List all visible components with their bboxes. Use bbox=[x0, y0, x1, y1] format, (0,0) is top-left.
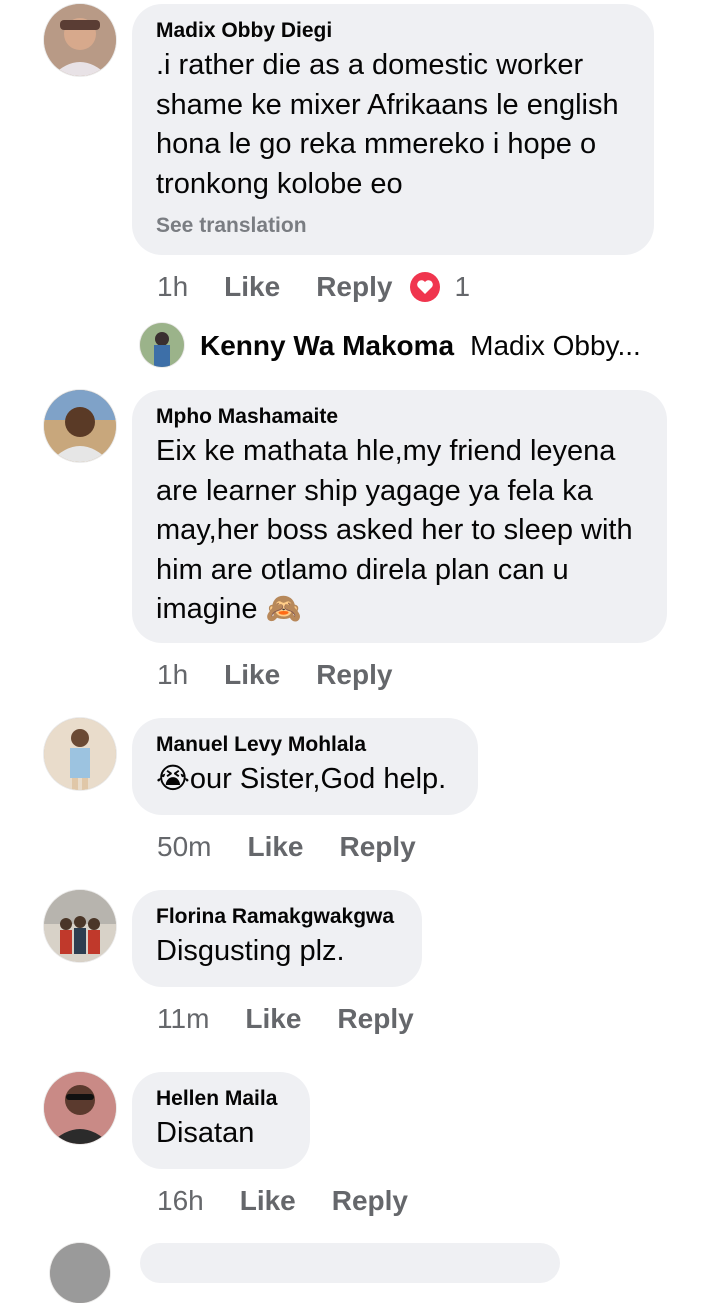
like-button[interactable]: Like bbox=[247, 831, 303, 863]
comment-time[interactable]: 1h bbox=[157, 659, 188, 691]
reply-author[interactable]: Kenny Wa Makoma bbox=[200, 330, 454, 362]
avatar[interactable] bbox=[44, 718, 116, 790]
reply-button[interactable]: Reply bbox=[332, 1185, 408, 1217]
comment-actions: 11m Like Reply bbox=[157, 1000, 414, 1038]
comment-actions: 16h Like Reply bbox=[157, 1182, 408, 1220]
comment-text: Disgusting plz. bbox=[156, 935, 345, 967]
comment-author[interactable]: Manuel Levy Mohlala bbox=[156, 732, 454, 758]
reply-preview[interactable]: Kenny Wa Makoma Madix Obby... bbox=[200, 328, 641, 364]
comment-author[interactable]: Hellen Maila bbox=[156, 1086, 286, 1112]
reply-avatar[interactable] bbox=[140, 323, 184, 367]
comment-bubble: Hellen Maila Disatan bbox=[132, 1072, 310, 1169]
comment-time[interactable]: 50m bbox=[157, 831, 211, 863]
reply-button[interactable]: Reply bbox=[337, 1003, 413, 1035]
comment-author[interactable]: Madix Obby Diegi bbox=[156, 18, 630, 44]
comment-text: .i rather die as a domestic worker shame… bbox=[156, 49, 619, 200]
love-reaction-icon[interactable] bbox=[410, 272, 441, 302]
comment-bubble bbox=[140, 1243, 560, 1283]
avatar[interactable] bbox=[44, 4, 116, 76]
comment-actions: 50m Like Reply bbox=[157, 828, 416, 866]
comment-bubble: Madix Obby Diegi .i rather die as a dome… bbox=[132, 4, 654, 255]
avatar[interactable] bbox=[44, 890, 116, 962]
comment-actions: 1h Like Reply bbox=[157, 656, 392, 694]
comment-actions: 1h Like Reply 1 bbox=[157, 268, 470, 306]
comment-bubble: Manuel Levy Mohlala 😭our Sister,God help… bbox=[132, 718, 478, 815]
avatar[interactable] bbox=[44, 390, 116, 462]
like-button[interactable]: Like bbox=[224, 271, 280, 303]
comment-bubble: Florina Ramakgwakgwa Disgusting plz. bbox=[132, 890, 422, 987]
comment-text: Eix ke mathata hle,my friend leyena are … bbox=[156, 435, 633, 625]
comment-time[interactable]: 16h bbox=[157, 1185, 204, 1217]
reply-button[interactable]: Reply bbox=[316, 271, 392, 303]
avatar[interactable] bbox=[44, 1072, 116, 1144]
like-button[interactable]: Like bbox=[245, 1003, 301, 1035]
comment-author[interactable]: Florina Ramakgwakgwa bbox=[156, 904, 398, 930]
comment-author[interactable]: Mpho Mashamaite bbox=[156, 404, 643, 430]
like-button[interactable]: Like bbox=[240, 1185, 296, 1217]
comment-time[interactable]: 1h bbox=[157, 271, 188, 303]
like-button[interactable]: Like bbox=[224, 659, 280, 691]
reply-button[interactable]: Reply bbox=[316, 659, 392, 691]
reply-snippet: Madix Obby... bbox=[470, 330, 641, 361]
comment-text: 😭our Sister,God help. bbox=[156, 763, 447, 795]
comment-time[interactable]: 11m bbox=[157, 1003, 209, 1035]
see-translation-link[interactable]: See translation bbox=[156, 214, 630, 238]
comment-bubble: Mpho Mashamaite Eix ke mathata hle,my fr… bbox=[132, 390, 667, 643]
reaction-count[interactable]: 1 bbox=[454, 271, 470, 303]
avatar[interactable] bbox=[50, 1243, 110, 1303]
comment-text: Disatan bbox=[156, 1117, 255, 1149]
reply-button[interactable]: Reply bbox=[340, 831, 416, 863]
